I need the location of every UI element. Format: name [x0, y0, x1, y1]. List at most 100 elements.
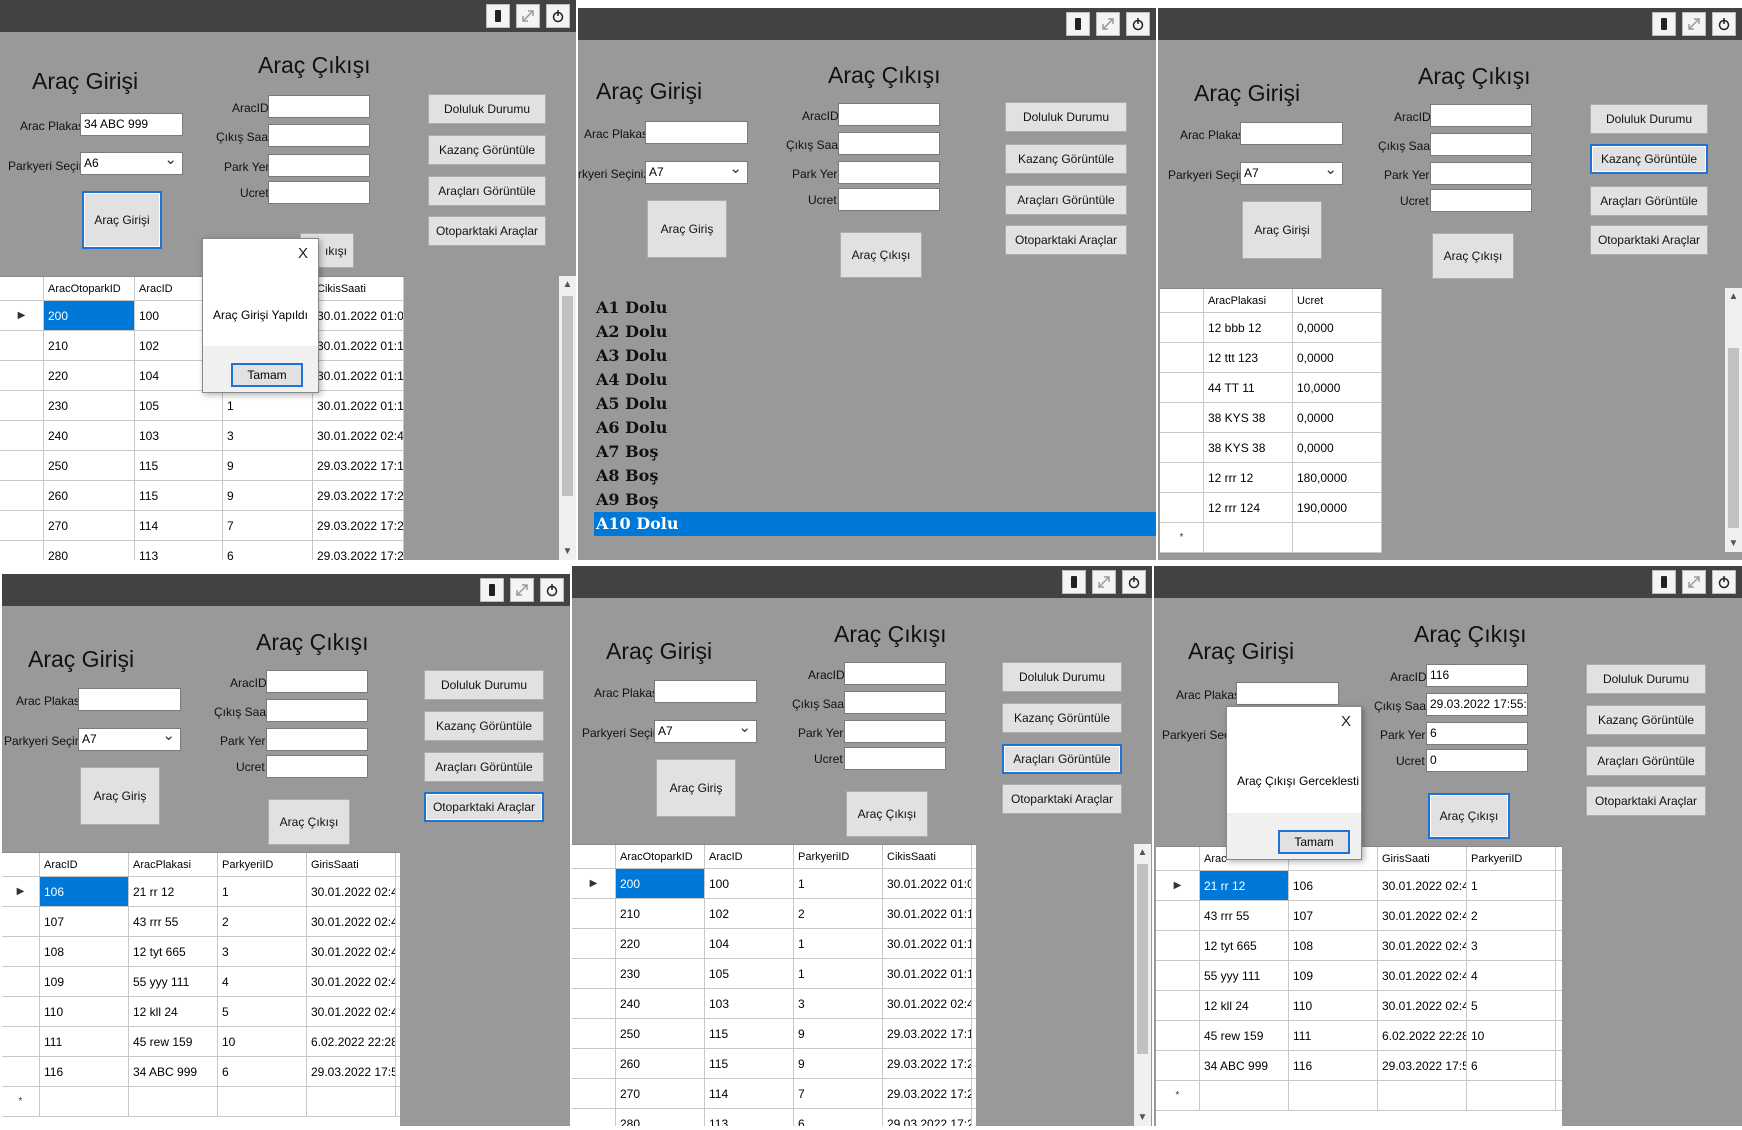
entry-button[interactable]: Araç Giriş	[80, 767, 160, 825]
table-cell[interactable]: 30.01.2022 02:44	[313, 421, 404, 450]
table-cell[interactable]: 0,0000	[1293, 433, 1382, 462]
table-cell[interactable]: 29.03.2022 17:55	[1378, 1051, 1467, 1080]
table-cell[interactable]: 109	[40, 967, 129, 996]
plate-input[interactable]	[654, 680, 757, 703]
minimize-icon[interactable]	[1652, 570, 1676, 594]
parked-button[interactable]: Otoparktaki Araçlar	[1590, 225, 1708, 255]
maximize-icon[interactable]	[516, 4, 540, 28]
table-cell[interactable]: 260	[616, 1049, 705, 1078]
table-row[interactable]: 220 104 1 30.01.2022 01:16	[572, 929, 976, 959]
table-cell[interactable]: 29.03.2022 17:21	[313, 481, 404, 510]
table-cell[interactable]: 3	[218, 937, 307, 966]
table-row[interactable]: 280 113 6 29.03.2022 17:28	[0, 541, 404, 560]
close-icon[interactable]: X	[1341, 713, 1351, 730]
park-place-input[interactable]	[266, 728, 368, 751]
table-row[interactable]: 111 45 rew 159 10 6.02.2022 22:28	[2, 1027, 400, 1057]
parked-button[interactable]: Otoparktaki Araçlar	[428, 216, 546, 246]
table-cell[interactable]: 230	[616, 959, 705, 988]
table-cell[interactable]: 29.03.2022 17:55	[307, 1057, 396, 1086]
table-cell[interactable]: 10,0000	[1293, 373, 1382, 402]
table-cell[interactable]: 44 TT 11	[1204, 373, 1293, 402]
earnings-button[interactable]: Kazanç Görüntüle	[1005, 144, 1127, 174]
table-row[interactable]: 34 ABC 999 116 29.03.2022 17:55 6	[1156, 1051, 1562, 1081]
table-cell[interactable]: 107	[1289, 901, 1378, 930]
occupancy-button[interactable]: Doluluk Durumu	[428, 94, 546, 124]
table-cell[interactable]: 30.01.2022 02:44	[1378, 901, 1467, 930]
table-cell[interactable]: 3	[1467, 931, 1556, 960]
table-cell[interactable]: 100	[705, 869, 794, 898]
table-cell[interactable]: 5	[218, 997, 307, 1026]
table-cell[interactable]: 21 rr 12	[1200, 871, 1289, 900]
table-cell[interactable]: 113	[135, 541, 223, 560]
table-cell[interactable]: 116	[40, 1057, 129, 1086]
table-cell[interactable]: 55 yyy 111	[129, 967, 218, 996]
table-row[interactable]: 116 34 ABC 999 6 29.03.2022 17:55	[2, 1057, 400, 1087]
table-cell[interactable]: 106	[40, 877, 129, 906]
table-cell[interactable]: 43 rrr 55	[1200, 901, 1289, 930]
table-cell[interactable]: 115	[135, 481, 223, 510]
table-cell[interactable]: 114	[135, 511, 223, 540]
maximize-icon[interactable]	[510, 578, 534, 602]
exit-time-input[interactable]	[266, 699, 368, 722]
table-row[interactable]: 109 55 yyy 111 4 30.01.2022 02:45	[2, 967, 400, 997]
table-cell[interactable]: 115	[705, 1049, 794, 1078]
table-cell[interactable]: 6.02.2022 22:28	[1378, 1021, 1467, 1050]
table-cell[interactable]: 30.01.2022 01:10	[313, 331, 404, 360]
parking-select[interactable]: A7	[654, 720, 757, 743]
exit-time-input[interactable]: 29.03.2022 17:55:05	[1426, 693, 1528, 716]
table-row[interactable]: 270 114 7 29.03.2022 17:21	[572, 1079, 976, 1109]
park-place-input[interactable]	[844, 720, 946, 743]
table-cell[interactable]: 38 KYS 38	[1204, 433, 1293, 462]
table-cell[interactable]: 108	[40, 937, 129, 966]
table-cell[interactable]: 105	[705, 959, 794, 988]
column-header[interactable]: AracID	[705, 845, 794, 868]
maximize-icon[interactable]	[1682, 12, 1706, 36]
table-cell[interactable]: 30.01.2022 01:06	[313, 301, 404, 330]
table-cell[interactable]: 29.03.2022 17:21	[313, 511, 404, 540]
fee-input[interactable]	[266, 755, 368, 778]
table-cell[interactable]: 30.01.2022 01:16	[313, 361, 404, 390]
table-cell[interactable]: 116	[1289, 1051, 1378, 1080]
table-cell[interactable]: 30.01.2022 02:45	[1378, 991, 1467, 1020]
table-cell[interactable]: 103	[135, 421, 223, 450]
table-cell[interactable]: 12 tyt 665	[129, 937, 218, 966]
list-item[interactable]: A5 Dolu	[594, 392, 1156, 416]
vehicles-button[interactable]: Araçları Görüntüle	[428, 176, 546, 206]
table-cell[interactable]: 12 ttt 123	[1204, 343, 1293, 372]
table-cell[interactable]: 220	[616, 929, 705, 958]
dialog-ok-button[interactable]: Tamam	[231, 363, 303, 387]
plate-input[interactable]	[78, 688, 181, 711]
table-cell[interactable]: 2	[218, 907, 307, 936]
table-cell[interactable]: 114	[705, 1079, 794, 1108]
scroll-thumb[interactable]	[1728, 348, 1739, 528]
table-row[interactable]: 108 12 tyt 665 3 30.01.2022 02:44	[2, 937, 400, 967]
column-header[interactable]: GirisSaati	[307, 853, 396, 876]
table-cell[interactable]: 0,0000	[1293, 313, 1382, 342]
scroll-down-icon[interactable]: ▼	[1725, 535, 1742, 552]
plate-input[interactable]	[645, 121, 748, 144]
fee-input[interactable]	[838, 188, 940, 211]
column-header[interactable]: AracOtoparkID	[44, 277, 135, 300]
occupancy-button[interactable]: Doluluk Durumu	[1586, 664, 1706, 694]
table-cell[interactable]: 230	[44, 391, 135, 420]
fee-input[interactable]	[1430, 189, 1532, 212]
table-cell[interactable]: 5	[1467, 991, 1556, 1020]
column-header[interactable]: AracPlakasi	[129, 853, 218, 876]
table-cell[interactable]: 1	[794, 869, 883, 898]
vehicle-id-input[interactable]	[838, 103, 940, 126]
table-cell[interactable]: 34 ABC 999	[1200, 1051, 1289, 1080]
table-cell[interactable]: 4	[1467, 961, 1556, 990]
table-row[interactable]: 12 kll 24 110 30.01.2022 02:45 5	[1156, 991, 1562, 1021]
table-cell[interactable]: 240	[44, 421, 135, 450]
minimize-icon[interactable]	[1066, 12, 1090, 36]
table-cell[interactable]: 7	[794, 1079, 883, 1108]
table-row[interactable]: 260 115 9 29.03.2022 17:21	[0, 481, 404, 511]
column-header[interactable]: AracOtoparkID	[616, 845, 705, 868]
power-icon[interactable]	[1712, 570, 1736, 594]
vehicle-id-input[interactable]: 116	[1426, 664, 1528, 687]
column-header[interactable]: Ucret	[1293, 289, 1382, 312]
table-row[interactable]: 280 113 6 29.03.2022 17:28	[572, 1109, 976, 1126]
table-cell[interactable]: 12 bbb 12	[1204, 313, 1293, 342]
table-row[interactable]: 240 103 3 30.01.2022 02:44	[0, 421, 404, 451]
table-cell[interactable]: 1	[794, 959, 883, 988]
